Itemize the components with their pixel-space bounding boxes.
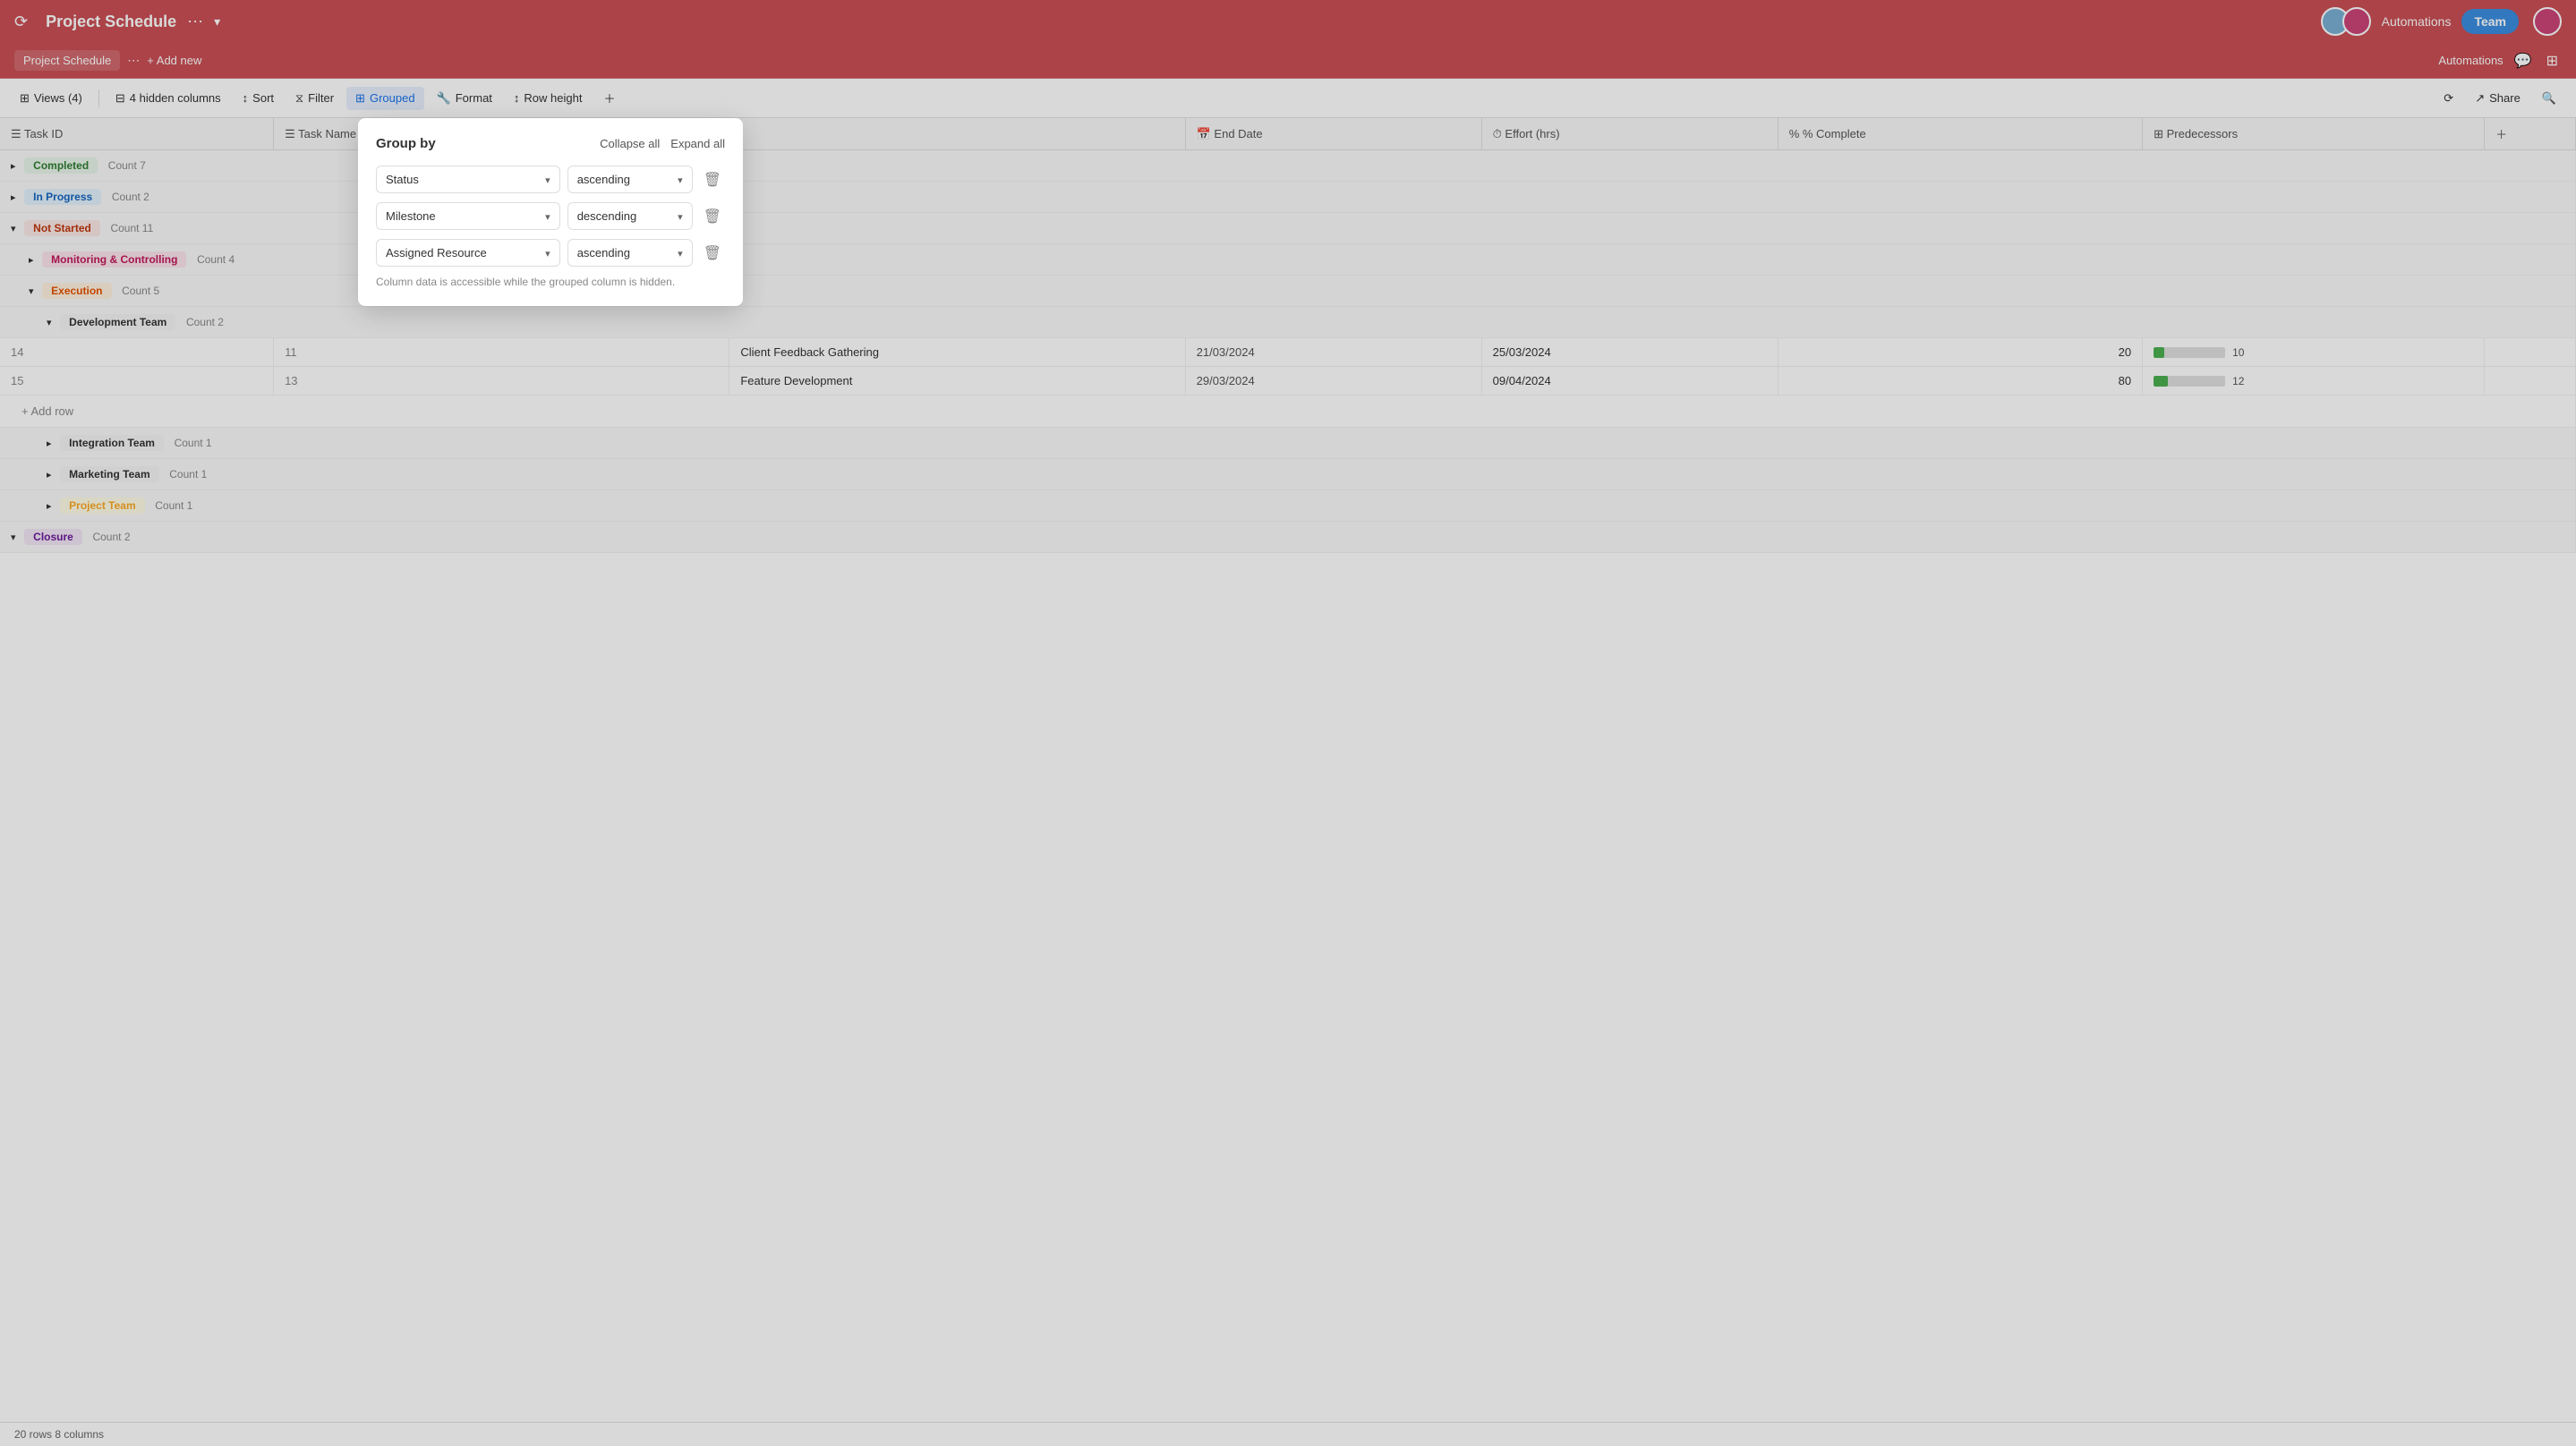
group-by-modal: Group by Collapse all Expand all Status … bbox=[358, 118, 743, 306]
modal-hint: Column data is accessible while the grou… bbox=[376, 276, 725, 288]
chevron-icon-2 bbox=[542, 209, 550, 223]
field-select-2[interactable]: Milestone bbox=[376, 202, 560, 230]
chevron-icon-order-1 bbox=[674, 173, 683, 186]
field-select-1[interactable]: Status bbox=[376, 166, 560, 193]
group-config-row-3: Assigned Resource ascending 🗑 bbox=[376, 239, 725, 267]
field-label-3: Assigned Resource bbox=[386, 246, 487, 259]
chevron-icon-order-3 bbox=[674, 246, 683, 259]
order-label-1: ascending bbox=[577, 173, 630, 186]
field-label-2: Milestone bbox=[386, 209, 436, 223]
delete-group-2-button[interactable]: 🗑 bbox=[700, 204, 725, 229]
chevron-icon-1 bbox=[542, 173, 550, 186]
field-select-3[interactable]: Assigned Resource bbox=[376, 239, 560, 267]
order-label-3: ascending bbox=[577, 246, 630, 259]
group-config-row-2: Milestone descending 🗑 bbox=[376, 202, 725, 230]
field-label-1: Status bbox=[386, 173, 419, 186]
order-select-2[interactable]: descending bbox=[567, 202, 693, 230]
delete-group-1-button[interactable]: 🗑 bbox=[700, 167, 725, 192]
modal-title: Group by bbox=[376, 136, 436, 151]
delete-group-3-button[interactable]: 🗑 bbox=[700, 241, 725, 266]
modal-header: Group by Collapse all Expand all bbox=[376, 136, 725, 151]
chevron-icon-order-2 bbox=[674, 209, 683, 223]
order-select-3[interactable]: ascending bbox=[567, 239, 693, 267]
group-config-row-1: Status ascending 🗑 bbox=[376, 166, 725, 193]
collapse-all-button[interactable]: Collapse all bbox=[600, 137, 660, 150]
chevron-icon-3 bbox=[542, 246, 550, 259]
modal-actions: Collapse all Expand all bbox=[600, 137, 725, 150]
expand-all-button[interactable]: Expand all bbox=[670, 137, 725, 150]
order-select-1[interactable]: ascending bbox=[567, 166, 693, 193]
order-label-2: descending bbox=[577, 209, 637, 223]
